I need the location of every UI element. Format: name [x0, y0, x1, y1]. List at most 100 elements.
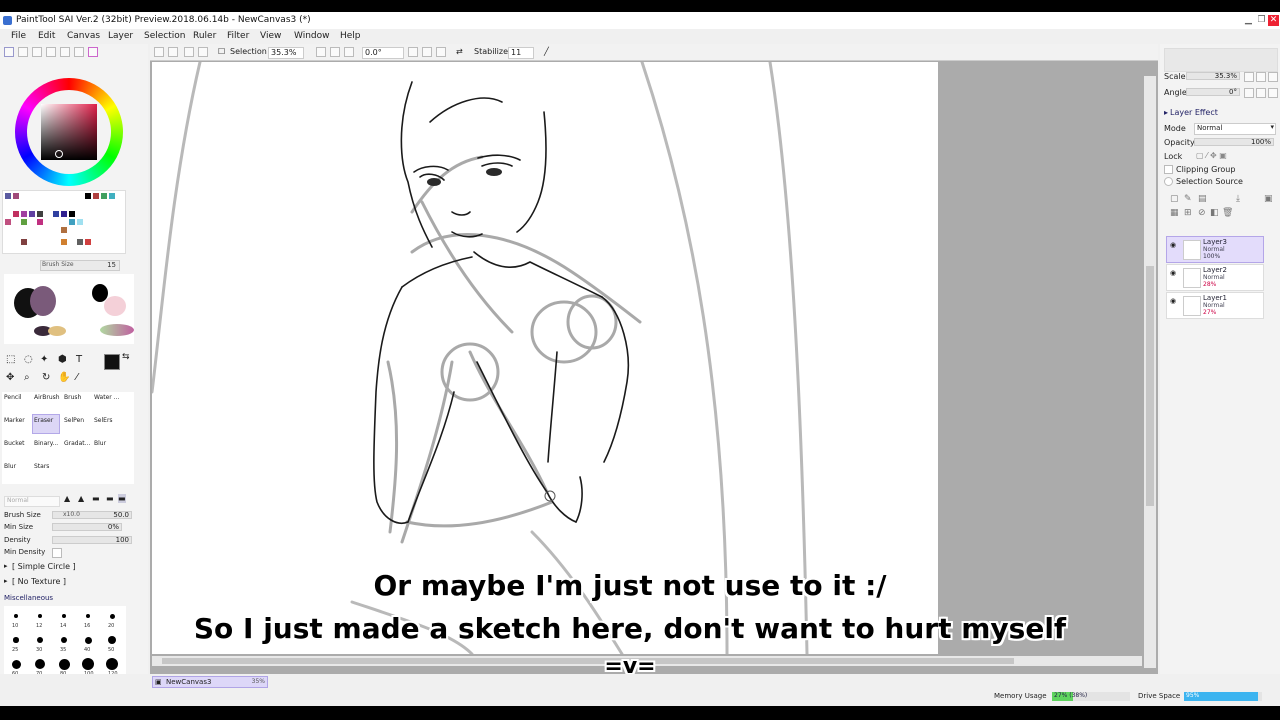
drawing-canvas[interactable]: [152, 62, 938, 654]
color-mode-buttons[interactable]: [4, 47, 100, 57]
rotation-field[interactable]: 0.0°: [362, 47, 404, 59]
navigator-preview[interactable]: [1164, 48, 1278, 72]
blend-mode-select[interactable]: Normal: [4, 496, 60, 507]
scale-reset-icon[interactable]: [1268, 72, 1278, 82]
lock-icons[interactable]: ▢ ⁄ ✥ ▣: [1196, 151, 1227, 160]
brush-size-slider[interactable]: x10.0 50.0: [52, 511, 132, 519]
angle-left-icon[interactable]: [1244, 88, 1254, 98]
hsv-slider-icon[interactable]: [32, 47, 42, 57]
tool-binary[interactable]: Binary...: [34, 440, 58, 447]
zoom-field[interactable]: 35.3%: [268, 47, 304, 59]
tool-marker[interactable]: Marker: [4, 417, 25, 424]
canvas-area[interactable]: ☐ Selection 35.3% 0.0° ⇄ Stabilizer 11 ╱: [150, 44, 1158, 679]
vertical-scroll-thumb[interactable]: [1146, 266, 1154, 506]
menu-window[interactable]: Window: [294, 31, 330, 41]
delete-layer-icon[interactable]: 🗑: [1222, 208, 1233, 218]
min-density-checkbox[interactable]: [52, 548, 62, 558]
saturation-value-square[interactable]: [41, 104, 97, 160]
opacity-slider[interactable]: 100%: [1194, 138, 1274, 146]
tool-water[interactable]: Water ...: [94, 394, 119, 401]
scratchpad-icon[interactable]: [74, 47, 84, 57]
rectangle-select-icon[interactable]: ⬚: [6, 354, 15, 365]
swatches-icon[interactable]: [60, 47, 70, 57]
minimize-icon[interactable]: ▁: [1243, 15, 1254, 26]
tool-blur[interactable]: Blur: [94, 440, 106, 447]
zoom-icon[interactable]: ⌕: [24, 372, 30, 383]
tool-eraser[interactable]: Eraser: [34, 417, 53, 424]
angle-slider[interactable]: 0°: [1186, 88, 1240, 96]
rgb-slider-icon[interactable]: [18, 47, 28, 57]
redo-icon[interactable]: [198, 47, 208, 57]
menu-canvas[interactable]: Canvas: [67, 31, 100, 41]
invert-icon[interactable]: [168, 47, 178, 57]
menu-ruler[interactable]: Ruler: [193, 31, 216, 41]
tool-selpen[interactable]: SelPen: [64, 417, 84, 424]
tool-brush[interactable]: Brush: [64, 394, 81, 401]
brush-size-preset[interactable]: Brush Size 15: [40, 260, 120, 271]
brush-size-multiplier[interactable]: x10.0: [63, 511, 80, 518]
scratchpad[interactable]: [4, 274, 134, 344]
selection-source-checkbox[interactable]: [1164, 177, 1173, 186]
layer-item-layer3[interactable]: ◉ Layer3 Normal 100%: [1166, 236, 1264, 263]
hand-icon[interactable]: ✋: [58, 372, 70, 383]
stabilizer-select[interactable]: 11: [508, 47, 534, 59]
menu-layer[interactable]: Layer: [108, 31, 133, 41]
rotate-left-icon[interactable]: [408, 47, 418, 57]
undo-icon[interactable]: [184, 47, 194, 57]
swap-color-icon[interactable]: ⇆: [122, 352, 130, 362]
layer-item-layer2[interactable]: ◉ Layer2 Normal 28%: [1166, 264, 1264, 291]
deselect-icon[interactable]: [154, 47, 164, 57]
clipping-group-checkbox[interactable]: [1164, 165, 1173, 174]
magic-wand-icon[interactable]: ✦: [40, 354, 48, 365]
primary-color-swatch[interactable]: [104, 354, 120, 370]
brush-tip-shapes[interactable]: ▲ ▲ ▬ ▬ ▬: [62, 494, 132, 504]
tool-bucket[interactable]: Bucket: [4, 440, 25, 447]
selection-check-icon[interactable]: ☐: [218, 47, 225, 56]
rotate-right-icon[interactable]: [422, 47, 432, 57]
zoom-in-icon[interactable]: [330, 47, 340, 57]
tool-blur-2[interactable]: Blur: [4, 463, 16, 470]
menu-file[interactable]: File: [11, 31, 26, 41]
new-linework-layer-icon[interactable]: ✎: [1184, 194, 1192, 204]
transfer-down-icon[interactable]: ⊞: [1184, 208, 1192, 218]
zoom-out-icon[interactable]: [316, 47, 326, 57]
min-size-slider[interactable]: 0%: [52, 523, 122, 531]
swatch-grid[interactable]: [2, 190, 126, 254]
menu-view[interactable]: View: [260, 31, 281, 41]
color-wheel-mode-icon[interactable]: [4, 47, 14, 57]
zoom-reset-icon[interactable]: [344, 47, 354, 57]
tool-airbrush[interactable]: AirBrush: [34, 394, 60, 401]
maximize-icon[interactable]: ❐: [1256, 15, 1267, 26]
menu-selection[interactable]: Selection: [144, 31, 185, 41]
new-folder-icon[interactable]: ▤: [1198, 194, 1207, 204]
mask-icon[interactable]: ◧: [1210, 208, 1219, 218]
mode-select[interactable]: Normal ▾: [1194, 123, 1276, 135]
palette-icon[interactable]: [88, 47, 98, 57]
angle-reset-icon[interactable]: [1268, 88, 1278, 98]
color-wheel[interactable]: [15, 78, 123, 186]
text-tool-icon[interactable]: T: [76, 354, 82, 365]
new-layer-icon[interactable]: ▢: [1170, 194, 1179, 204]
eye-icon[interactable]: ◉: [1170, 269, 1176, 277]
tool-selers[interactable]: SelErs: [94, 417, 113, 424]
lasso-icon[interactable]: ◌: [24, 354, 33, 365]
menu-edit[interactable]: Edit: [38, 31, 55, 41]
mixer-icon[interactable]: [46, 47, 56, 57]
layer-effect-expander[interactable]: ▸: [1164, 108, 1168, 117]
canvas-tab[interactable]: ▣ NewCanvas3 35%: [152, 676, 268, 688]
layer-menu-icon[interactable]: ▣: [1264, 194, 1273, 204]
scale-slider[interactable]: 35.3%: [1186, 72, 1240, 80]
scale-zoom-in-icon[interactable]: [1256, 72, 1266, 82]
tool-stars[interactable]: Stars: [34, 463, 49, 470]
merge-icon[interactable]: ⤓: [1236, 194, 1240, 204]
rotate-reset-icon[interactable]: [436, 47, 446, 57]
eye-icon[interactable]: ◉: [1170, 297, 1176, 305]
eyedropper-icon[interactable]: ⁄: [76, 372, 78, 383]
clear-layer-icon[interactable]: ⊘: [1198, 208, 1206, 218]
tool-gradation[interactable]: Gradat...: [64, 440, 90, 447]
eye-icon[interactable]: ◉: [1170, 241, 1176, 249]
layer-effect-label[interactable]: Layer Effect: [1170, 108, 1218, 117]
straight-line-icon[interactable]: ╱: [544, 47, 549, 56]
copy-layer-icon[interactable]: ▦: [1170, 208, 1179, 218]
menu-filter[interactable]: Filter: [227, 31, 249, 41]
